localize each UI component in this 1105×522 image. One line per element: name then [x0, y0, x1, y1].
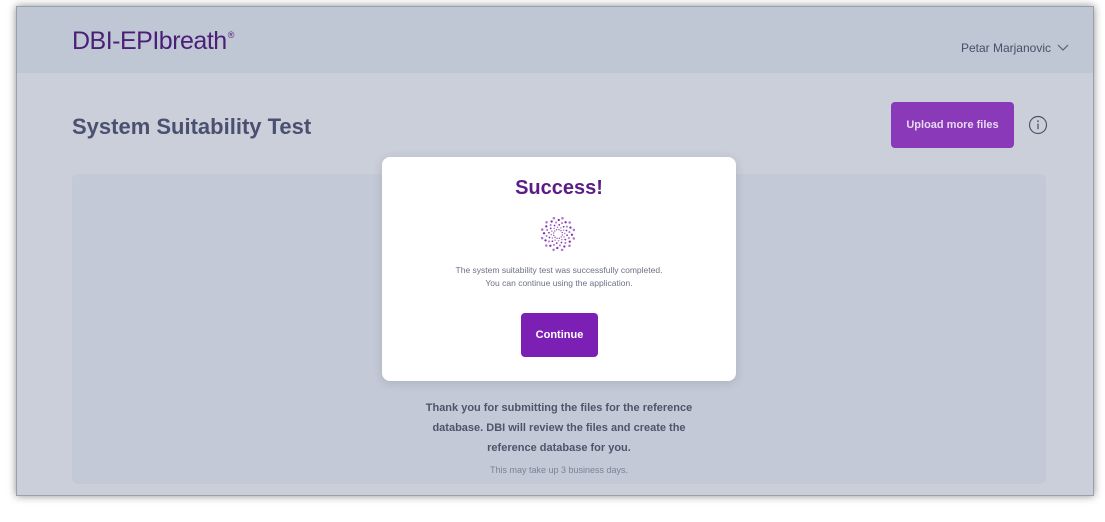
top-bar: DBI-EPIbreath® Petar Marjanovic [17, 7, 1093, 73]
user-name: Petar Marjanovic [960, 41, 1051, 55]
user-menu[interactable]: Petar Marjanovic [961, 41, 1069, 55]
modal-message-line: You can continue using the application. [485, 278, 633, 288]
logo-registered-mark: ® [227, 30, 235, 40]
continue-button[interactable]: Continue [521, 313, 598, 357]
app-window: DBI-EPIbreath® Petar Marjanovic System S… [16, 6, 1094, 496]
thank-you-line: reference database for you. [487, 442, 631, 454]
logo-text: DBI-EPIbreath [72, 27, 227, 55]
modal-title: Success! [515, 177, 603, 199]
chevron-down-icon [1057, 44, 1069, 51]
thank-you-message: Thank you for submitting the files for t… [72, 398, 1046, 458]
modal-message-line: The system suitability test was successf… [455, 265, 663, 275]
info-icon[interactable] [1028, 115, 1048, 135]
processing-time-note: This may take up 3 business days. [489, 465, 629, 475]
thank-you-line: database. DBI will review the files and … [432, 422, 686, 434]
success-modal: Success! The system suitability test was… [382, 157, 736, 381]
upload-more-files-button[interactable]: Upload more files [891, 102, 1014, 148]
modal-message: The system suitability test was successf… [382, 264, 736, 290]
spinner-icon [541, 217, 575, 251]
logo[interactable]: DBI-EPIbreath® [72, 29, 234, 54]
page-title: System Suitability Test [72, 114, 312, 139]
thank-you-line: Thank you for submitting the files for t… [425, 402, 693, 414]
